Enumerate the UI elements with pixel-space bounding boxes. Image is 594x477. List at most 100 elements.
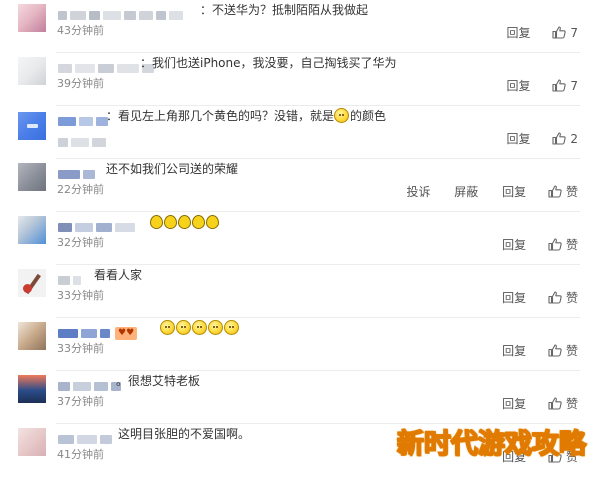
comment-time: 32分钟前	[57, 236, 104, 249]
comment-text: 这明目张胆的不爱国啊。	[118, 427, 251, 441]
like-button[interactable]: 赞	[548, 342, 578, 359]
avatar[interactable]	[18, 216, 46, 244]
like-button[interactable]: 7	[552, 26, 578, 40]
comment-time: 43分钟前	[57, 24, 104, 37]
comment-text-tail: 的颜色	[350, 109, 387, 123]
username-blurred[interactable]	[58, 5, 186, 20]
report-button[interactable]: 投诉	[406, 183, 430, 200]
thumbs-up-icon	[552, 132, 567, 145]
reply-button[interactable]: 回复	[502, 236, 526, 253]
comment-text: 看看人家	[94, 268, 143, 282]
like-label: 赞	[565, 185, 578, 199]
comment-text: ：看见左上角那几个黄色的吗？没错，就是 的颜色	[106, 108, 386, 124]
like-button[interactable]: 赞	[548, 395, 578, 412]
comment-actions: 回复 赞	[482, 289, 578, 305]
lemon-emoji-icon	[150, 215, 163, 229]
smile-emoji-icon	[224, 320, 239, 335]
comment-actions: 回复 7	[487, 77, 578, 94]
like-count: 7	[570, 78, 578, 93]
like-label: 赞	[565, 397, 578, 411]
comment-text-main: ：看见左上角那几个黄色的吗？没错，就是	[106, 109, 335, 123]
lemon-emoji-icon	[192, 215, 205, 229]
comment-time: 41分钟前	[57, 448, 104, 461]
username-blurred[interactable]	[58, 376, 124, 391]
comment-time: 39分钟前	[57, 77, 104, 90]
comment-actions: 回复 赞	[482, 236, 578, 252]
comment-actions: 回复 7	[487, 24, 578, 41]
smile-emoji-icon	[208, 320, 223, 335]
smile-emoji-icon	[160, 320, 175, 335]
avatar[interactable]	[18, 163, 46, 191]
comment-actions: 回复 2	[487, 130, 578, 147]
comment-text: 。很想艾特老板	[116, 374, 201, 388]
reply-button[interactable]: 回复	[502, 289, 526, 306]
block-button[interactable]: 屏蔽	[454, 183, 478, 200]
username-blurred[interactable]: ♥♥	[58, 323, 138, 340]
comment-text	[150, 214, 220, 230]
thumbs-up-icon	[548, 185, 562, 198]
comment-row: ：不送华为？抵制陌陌从我做起 43分钟前 回复 7	[0, 0, 594, 53]
comment-actions: 投诉 屏蔽 回复 赞	[386, 183, 578, 199]
comment-time: 37分钟前	[57, 395, 104, 408]
username-blurred[interactable]	[58, 270, 84, 285]
reply-button[interactable]: 回复	[507, 77, 531, 94]
comment-text	[160, 320, 240, 336]
thumbs-up-icon	[552, 79, 567, 92]
avatar[interactable]	[18, 4, 46, 32]
username-blurred-extra	[58, 132, 109, 147]
comment-text: 还不如我们公司送的荣耀	[106, 162, 239, 176]
avatar[interactable]	[18, 269, 46, 297]
like-button[interactable]: 赞	[548, 236, 578, 253]
lemon-emoji-icon	[178, 215, 191, 229]
reply-button[interactable]: 回复	[502, 183, 526, 200]
thumbs-up-icon	[548, 291, 562, 304]
comment-actions: 回复 赞	[482, 395, 578, 411]
thumbs-up-icon	[548, 344, 562, 357]
like-label: 赞	[565, 238, 578, 252]
like-button[interactable]: 赞	[548, 289, 578, 306]
like-button[interactable]: 赞	[548, 183, 578, 200]
comment-row: 32分钟前 回复 赞	[0, 212, 594, 265]
comment-text: ：不送华为？抵制陌陌从我做起	[200, 3, 369, 17]
comment-row: 看看人家 33分钟前 回复 赞	[0, 265, 594, 318]
like-button[interactable]: 2	[552, 132, 578, 146]
comment-text: ：我们也送iPhone，我没要，自己掏钱买了华为	[140, 56, 397, 70]
username-blurred[interactable]	[58, 429, 115, 444]
thumbs-up-icon	[548, 238, 562, 251]
thumbs-up-icon	[552, 26, 567, 39]
reply-button[interactable]: 回复	[507, 130, 531, 147]
lemon-emoji-icon	[206, 215, 219, 229]
avatar[interactable]	[18, 57, 46, 85]
comment-row: ：我们也送iPhone，我没要，自己掏钱买了华为 39分钟前 回复 7	[0, 53, 594, 106]
avatar[interactable]	[18, 428, 46, 456]
like-label: 赞	[565, 291, 578, 305]
comment-actions: 回复 赞	[482, 342, 578, 358]
lemon-emoji-icon	[164, 215, 177, 229]
fan-badge: ♥♥	[115, 327, 138, 340]
smile-emoji-icon	[176, 320, 191, 335]
avatar[interactable]	[18, 375, 46, 403]
thumbs-up-icon	[548, 397, 562, 410]
comment-time: 22分钟前	[57, 183, 104, 196]
reply-button[interactable]: 回复	[502, 342, 526, 359]
username-blurred[interactable]	[58, 164, 98, 179]
comment-list: ：不送华为？抵制陌陌从我做起 43分钟前 回复 7 ：我们也送iPhone，我没…	[0, 0, 594, 467]
comment-row: ：看见左上角那几个黄色的吗？没错，就是 的颜色 回复 2	[0, 106, 594, 159]
avatar[interactable]	[18, 322, 46, 350]
username-blurred[interactable]	[58, 111, 111, 126]
watermark: 新时代游戏攻略	[396, 428, 587, 461]
reply-button[interactable]: 回复	[507, 24, 531, 41]
comment-row: 还不如我们公司送的荣耀 22分钟前 投诉 屏蔽 回复 赞	[0, 159, 594, 212]
smile-emoji-icon	[192, 320, 207, 335]
like-count: 2	[570, 131, 578, 146]
like-button[interactable]: 7	[552, 79, 578, 93]
comment-row: 。很想艾特老板 37分钟前 回复 赞	[0, 371, 594, 424]
username-blurred[interactable]	[58, 217, 138, 232]
like-label: 赞	[565, 344, 578, 358]
reply-button[interactable]: 回复	[502, 395, 526, 412]
like-count: 7	[570, 25, 578, 40]
avatar[interactable]	[18, 112, 46, 140]
comment-row: ♥♥ 33分钟前 回复 赞	[0, 318, 594, 371]
comment-time: 33分钟前	[57, 289, 104, 302]
smile-emoji-icon	[334, 108, 350, 123]
